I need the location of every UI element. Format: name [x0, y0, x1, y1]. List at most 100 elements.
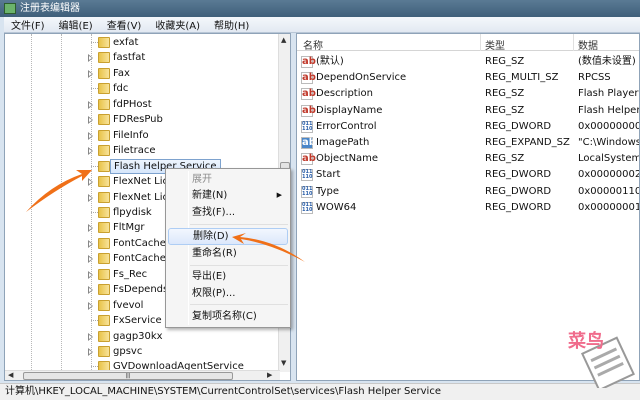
menu-item-label: 复制项名称(C) — [192, 311, 257, 322]
value-row[interactable]: ab (默认) REG_SZ (数值未设置) — [297, 54, 639, 70]
menu-item-label: 展开 — [192, 174, 212, 185]
tree-item-label: FDResPub — [113, 114, 163, 126]
context-menu-item[interactable]: 新建(N) ▶ — [168, 187, 288, 204]
value-row[interactable]: ab ImagePath REG_EXPAND_SZ "C:\Windows\ — [297, 135, 639, 151]
folder-icon — [98, 83, 110, 95]
tree-connector — [91, 320, 98, 322]
value-row[interactable]: ab ObjectName REG_SZ LocalSystem — [297, 151, 639, 167]
value-row[interactable]: 011110WOW64 REG_DWORD 0x00000001 (1 — [297, 200, 640, 216]
scroll-down-icon[interactable]: ▼ — [281, 359, 286, 367]
expand-arrow-icon[interactable] — [88, 239, 93, 248]
tree-item-label: flpydisk — [113, 206, 152, 218]
menu-item-label: 权限(P)... — [192, 288, 236, 299]
context-menu-item[interactable]: 复制项名称(C) — [168, 308, 288, 325]
folder-icon — [98, 284, 110, 296]
expand-arrow-icon[interactable] — [88, 147, 93, 156]
value-row[interactable]: abDisplayName REG_SZ Flash Helper S — [297, 103, 639, 119]
folder-icon — [98, 222, 110, 234]
menu-bar: 文件(F) 编辑(E) 查看(V) 收藏夹(A) 帮助(H) — [4, 17, 640, 33]
tree-item-label: fdPHost — [113, 98, 152, 110]
tree-horizontal-scrollbar[interactable]: ◀ ||| ▶ — [5, 370, 280, 380]
value-row[interactable]: abDescription REG_SZ Flash Player更 — [297, 86, 639, 102]
context-menu: 展开新建(N) ▶ 查找(F)... 删除(D) 重命名(R) 导出(E) 权限(P)...… — [165, 168, 291, 328]
context-menu-item[interactable]: 展开 — [168, 171, 288, 188]
menu-file[interactable]: 文件(F) — [4, 17, 52, 32]
tree-item-label: FontCache3 — [113, 253, 173, 265]
expand-arrow-icon[interactable] — [88, 224, 93, 233]
value-data: 0x00000002 (2 — [578, 169, 640, 181]
menu-item-label: 新建(N) — [192, 190, 228, 201]
tree-item-label: Filetrace — [113, 145, 156, 157]
expand-arrow-icon[interactable] — [88, 348, 93, 356]
expand-arrow-icon[interactable] — [88, 286, 93, 295]
context-menu-item[interactable]: 导出(E) — [168, 268, 288, 285]
context-menu-item[interactable]: 权限(P)... — [168, 285, 288, 302]
expand-arrow-icon[interactable] — [88, 178, 93, 187]
expand-arrow-icon[interactable] — [88, 100, 93, 109]
value-row[interactable]: 011110Start REG_DWORD 0x00000002 (2 — [297, 167, 640, 183]
menu-item-label: 导出(E) — [192, 271, 227, 282]
expand-arrow-icon[interactable] — [88, 116, 93, 125]
value-type: REG_SZ — [485, 56, 525, 67]
folder-icon — [98, 37, 110, 48]
folder-icon — [98, 114, 110, 126]
scroll-up-icon[interactable]: ▲ — [281, 36, 286, 44]
window-title: 注册表编辑器 — [20, 3, 80, 14]
regedit-app-icon — [4, 3, 16, 14]
tree-item[interactable]: fdc — [5, 81, 285, 96]
column-header-type[interactable]: 类型 — [485, 37, 505, 52]
tree-item-label: FontCache — [113, 237, 166, 249]
expand-arrow-icon[interactable] — [88, 54, 93, 63]
tree-connector — [91, 42, 98, 43]
tree-item[interactable]: exfat — [5, 35, 285, 50]
expand-arrow-icon[interactable] — [88, 193, 93, 202]
context-menu-item[interactable]: 删除(D) — [168, 228, 288, 245]
menu-separator — [190, 304, 288, 305]
value-data: (数值未设置) — [578, 56, 636, 67]
menu-help[interactable]: 帮助(H) — [207, 17, 256, 32]
tree-item[interactable]: FDResPub — [5, 112, 285, 127]
menu-edit[interactable]: 编辑(E) — [52, 17, 100, 32]
tree-connector — [91, 211, 98, 213]
tree-item[interactable]: gpsvc — [5, 344, 285, 359]
status-bar-path: 计算机\HKEY_LOCAL_MACHINE\SYSTEM\CurrentCon… — [0, 383, 640, 400]
expand-arrow-icon[interactable] — [88, 255, 93, 264]
column-header-data[interactable]: 数据 — [578, 37, 598, 52]
value-row[interactable]: 011110Type REG_DWORD 0x00000110 (2 — [297, 184, 639, 200]
value-data: Flash Player更 — [578, 88, 639, 100]
tree-item[interactable]: gagp30kx — [5, 329, 285, 344]
tree-item[interactable]: fdPHost — [5, 97, 285, 112]
tree-item-label: exfat — [113, 37, 139, 48]
scroll-right-icon[interactable]: ▶ — [267, 371, 272, 379]
menu-favorites[interactable]: 收藏夹(A) — [148, 17, 207, 32]
expand-arrow-icon[interactable] — [88, 301, 93, 310]
context-menu-item[interactable]: 重命名(R) — [168, 245, 288, 262]
context-menu-item[interactable]: 查找(F)... — [168, 204, 288, 221]
scroll-left-icon[interactable]: ◀ — [8, 371, 13, 379]
tree-item-label: Fax — [113, 67, 130, 79]
tree-item-label: fdc — [113, 83, 129, 95]
value-type: REG_DWORD — [485, 169, 552, 181]
scroll-thumb[interactable]: ||| — [23, 372, 233, 380]
expand-arrow-icon[interactable] — [88, 332, 93, 341]
expand-arrow-icon[interactable] — [88, 270, 93, 279]
folder-icon — [98, 237, 110, 249]
tree-item[interactable]: fastfat — [5, 50, 285, 65]
tree-item[interactable]: Filetrace — [5, 143, 285, 158]
value-data: 0x00000000 ( — [578, 120, 640, 132]
string-value-icon: ab — [301, 104, 316, 117]
menu-view[interactable]: 查看(V) — [100, 17, 149, 32]
value-name: ImagePath — [316, 137, 370, 148]
expand-arrow-icon[interactable] — [88, 69, 93, 78]
column-header-name[interactable]: 名称 — [303, 37, 323, 52]
value-name: DisplayName — [316, 104, 383, 116]
value-row[interactable]: 011110ErrorControl REG_DWORD 0x00000000 ( — [297, 119, 640, 135]
value-row[interactable]: ab DependOnService REG_MULTI_SZ RPCSS — [297, 70, 639, 86]
value-data: 0x00000001 (1 — [578, 201, 640, 213]
string-value-icon: ab — [301, 88, 316, 101]
menu-separator — [190, 265, 288, 266]
tree-item[interactable]: FileInfo — [5, 128, 285, 143]
expand-arrow-icon[interactable] — [88, 131, 93, 140]
value-type: REG_MULTI_SZ — [485, 72, 559, 84]
tree-item[interactable]: Fax — [5, 66, 285, 81]
